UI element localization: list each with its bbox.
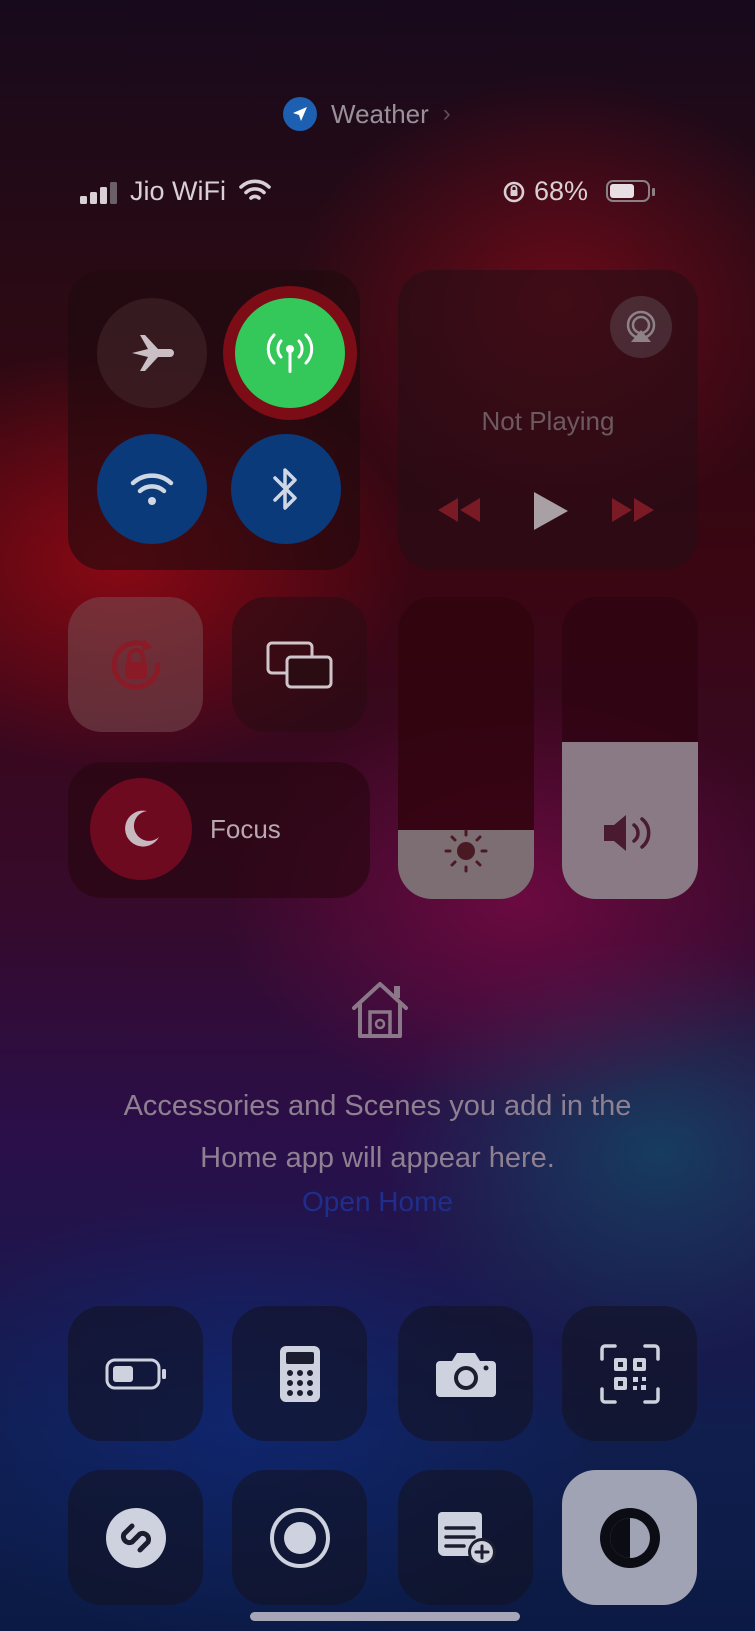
header-label: Weather (331, 98, 429, 129)
fast-forward-button[interactable] (610, 496, 656, 529)
shazam-button[interactable] (68, 1470, 203, 1605)
focus-moon-circle (90, 778, 192, 880)
low-power-icon (105, 1358, 166, 1389)
play-button[interactable] (530, 490, 570, 537)
low-power-mode-button[interactable] (68, 1306, 203, 1441)
airplay-icon (626, 310, 656, 342)
shazam-icon (105, 1507, 166, 1568)
fast-forward-icon (612, 498, 654, 522)
sun-icon (444, 829, 488, 873)
calculator-button[interactable] (232, 1306, 367, 1441)
focus-label: Focus (210, 814, 281, 844)
home-indicator[interactable] (250, 1612, 520, 1621)
chevron-right-icon: › (442, 100, 451, 127)
camera-icon (435, 1352, 496, 1397)
dark-mode-icon (599, 1507, 660, 1568)
volume-slider[interactable] (562, 597, 698, 899)
home-icon (348, 980, 412, 1045)
carrier-label: Jio WiFi (130, 176, 226, 206)
speaker-icon (604, 815, 651, 851)
battery-percent: 68% (534, 176, 589, 206)
rewind-icon (438, 498, 480, 522)
moon-icon (125, 810, 159, 847)
weather-header[interactable]: Weather › (283, 96, 451, 132)
bluetooth-icon (273, 468, 297, 510)
open-home-link[interactable]: Open Home (0, 1186, 755, 1218)
wifi-toggle[interactable] (97, 434, 207, 544)
quick-note-icon (437, 1511, 496, 1566)
screen-record-icon (269, 1507, 330, 1568)
airplane-icon (132, 335, 174, 371)
dark-mode-button[interactable] (562, 1470, 697, 1605)
bluetooth-toggle[interactable] (231, 434, 341, 544)
screen-recording-button[interactable] (232, 1470, 367, 1605)
location-arrow-icon (283, 97, 317, 131)
now-playing-panel[interactable]: Not Playing (398, 270, 698, 570)
home-message: Accessories and Scenes you add in the Ho… (123, 1090, 632, 1174)
quick-note-button[interactable] (398, 1470, 533, 1605)
signal-icon (80, 182, 124, 209)
qr-code-icon (599, 1343, 660, 1404)
brightness-slider[interactable] (398, 597, 534, 899)
status-bar: Jio WiFi 68% (80, 174, 660, 210)
wifi-icon (238, 178, 272, 209)
wifi-icon (130, 473, 174, 505)
airplay-button[interactable] (610, 296, 672, 358)
orientation-lock-button[interactable] (68, 597, 203, 732)
screen-mirroring-icon (266, 641, 332, 688)
rewind-button[interactable] (436, 496, 482, 529)
orientation-lock-icon (502, 180, 526, 209)
camera-button[interactable] (398, 1306, 533, 1441)
battery-icon (606, 180, 656, 204)
cellular-data-toggle[interactable] (223, 286, 357, 420)
antenna-icon (266, 333, 314, 373)
qr-code-scanner-button[interactable] (562, 1306, 697, 1441)
now-playing-status: Not Playing (481, 406, 615, 436)
focus-button[interactable]: Focus (68, 762, 370, 898)
orientation-lock-icon (111, 638, 160, 689)
calculator-icon (279, 1345, 320, 1402)
airplane-mode-toggle[interactable] (97, 298, 207, 408)
screen-mirroring-button[interactable] (232, 597, 367, 732)
play-icon (534, 492, 568, 530)
